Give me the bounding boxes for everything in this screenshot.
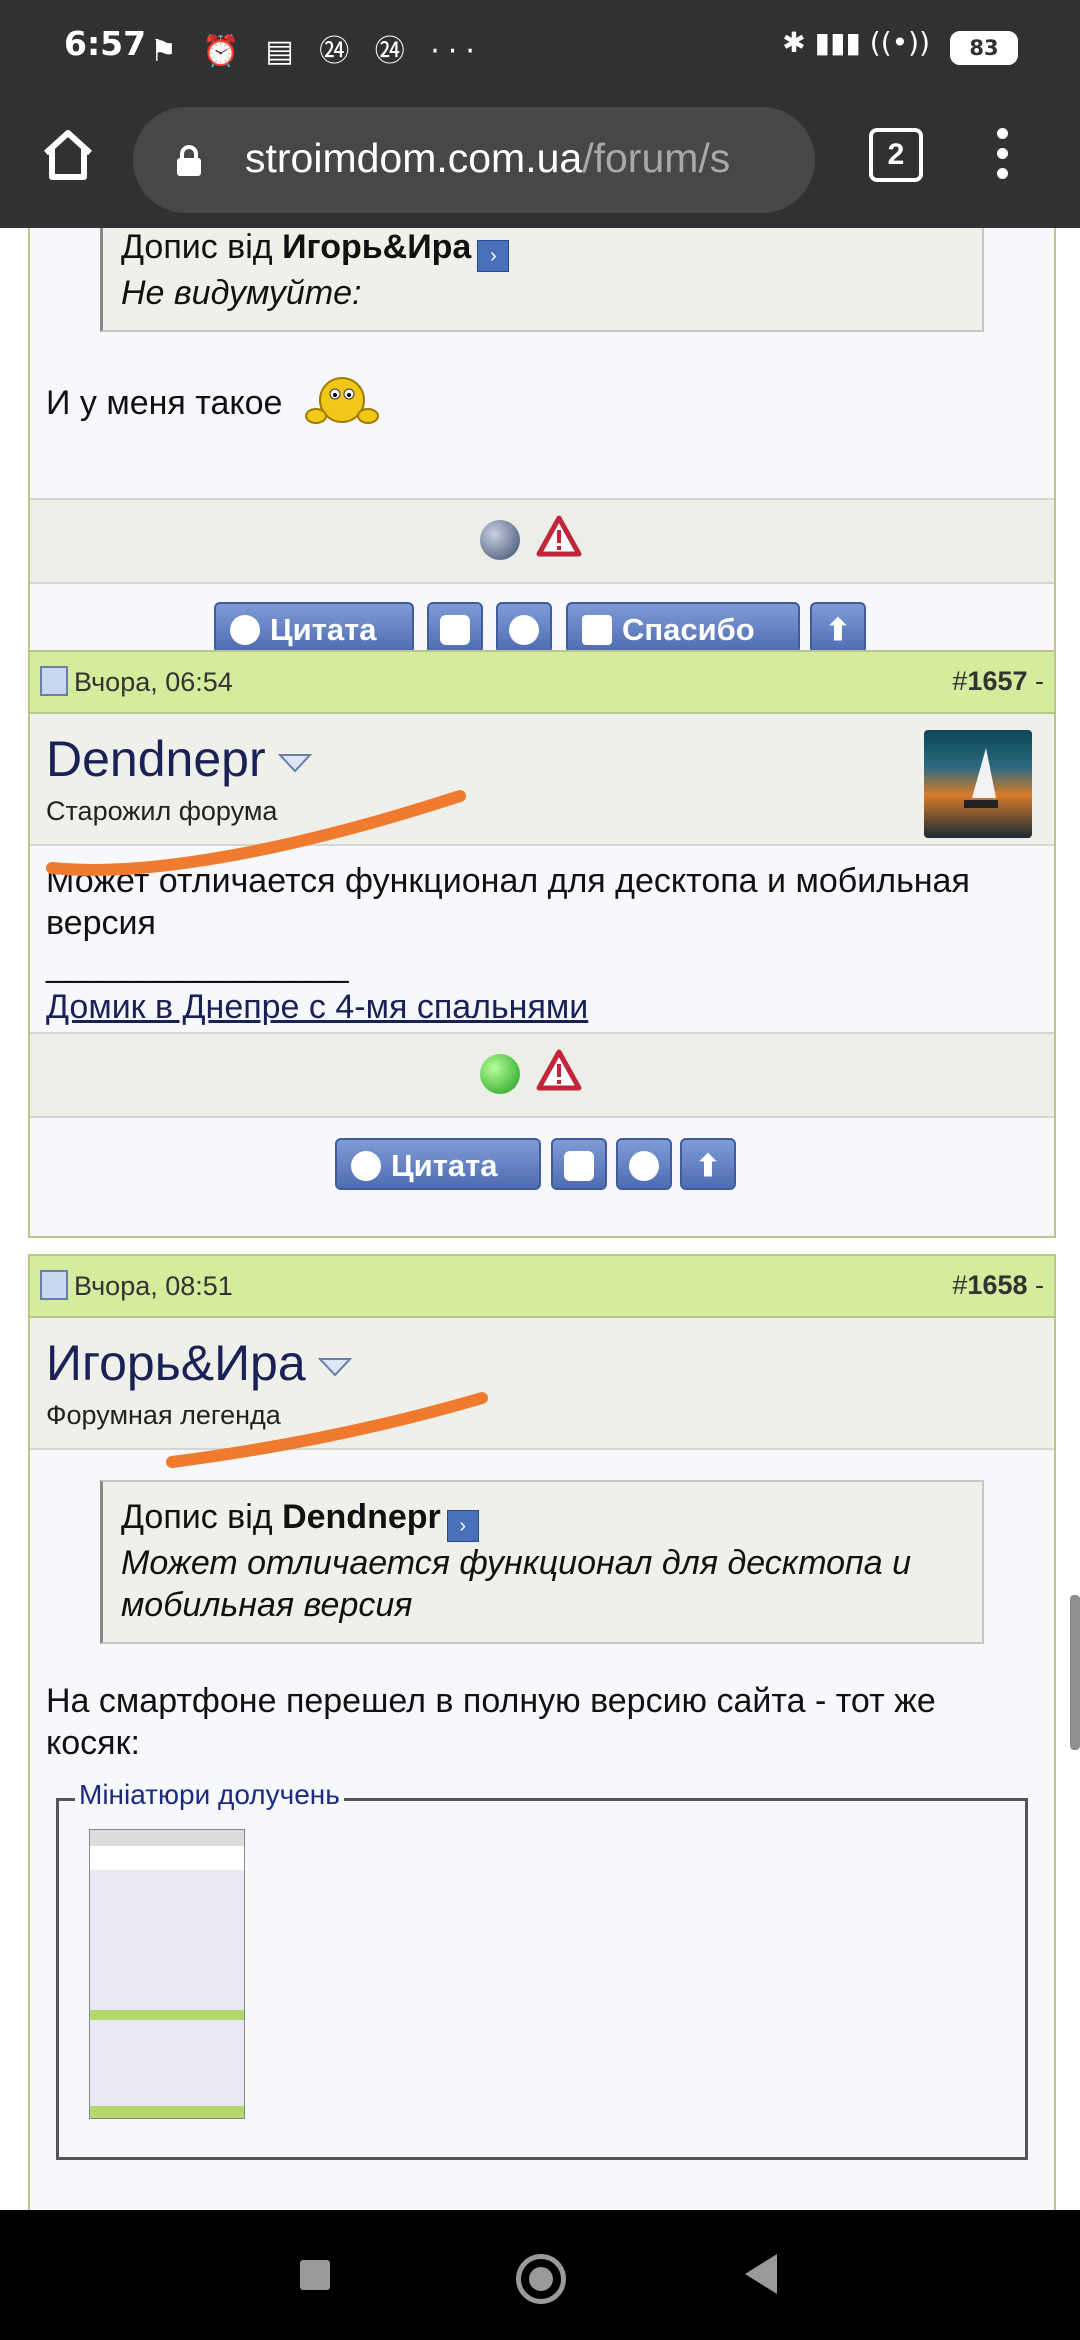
home-icon[interactable] — [38, 125, 98, 185]
lock-icon — [177, 145, 201, 176]
connectivity-icons: ✱ ▮▮▮ ((•)) — [782, 26, 930, 59]
tab-switcher-button[interactable]: 2 — [869, 128, 923, 182]
url-text: stroimdom.com.ua/forum/s — [245, 135, 730, 182]
back-icon[interactable] — [745, 2254, 777, 2294]
address-bar[interactable]: stroimdom.com.ua/forum/s — [133, 107, 815, 213]
scrollbar[interactable] — [1070, 1595, 1080, 1750]
overflow-menu-icon[interactable] — [994, 125, 1010, 185]
url-domain: stroimdom.com.ua — [245, 135, 583, 181]
annotation-strokes — [46, 790, 488, 1468]
battery-icon: 83 — [950, 31, 1018, 65]
url-path: /forum/s — [582, 135, 731, 181]
home-nav-icon[interactable] — [516, 2254, 566, 2304]
status-time: 6:57 — [64, 24, 147, 63]
forum-content: Допис від Игорь&Ира › Не видумуйте: И у м… — [0, 228, 1080, 2210]
status-bar: 6:57 ⚑ ⏰ ▤ ㉔ ㉔ ··· ✱ ▮▮▮ ((•)) 83 — [0, 0, 1080, 95]
recents-icon[interactable] — [300, 2260, 330, 2290]
system-navigation-bar — [0, 2210, 1080, 2340]
notification-icons: ⚑ ⏰ ▤ ㉔ ㉔ ··· — [150, 34, 483, 69]
browser-toolbar: stroimdom.com.ua/forum/s 2 — [0, 95, 1080, 228]
